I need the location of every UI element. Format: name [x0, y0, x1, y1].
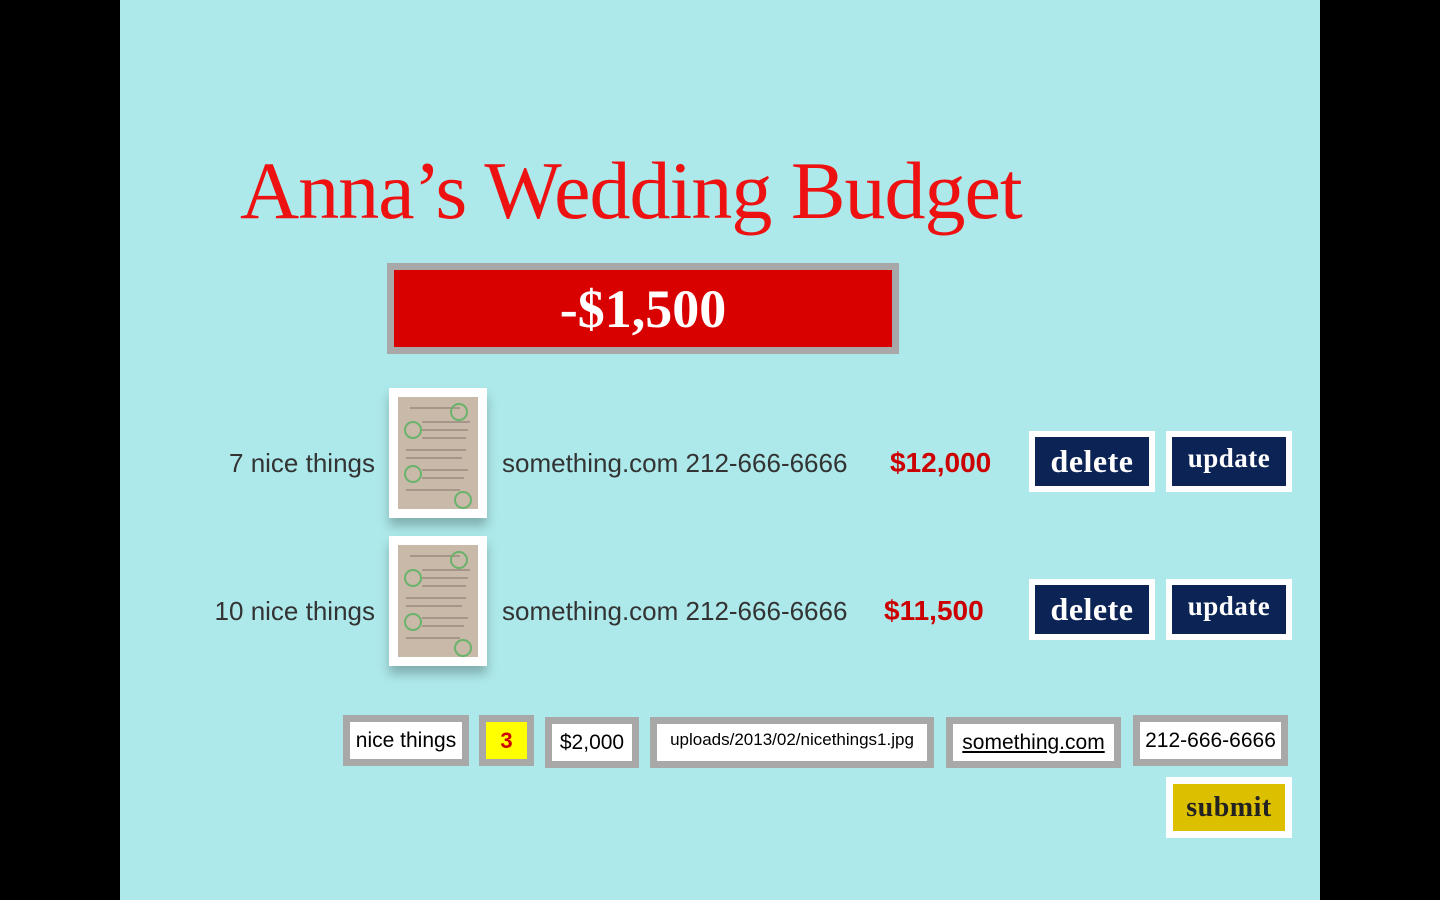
delete-button[interactable]: delete [1035, 585, 1149, 634]
item-cost: $12,000 [890, 447, 992, 478]
budget-page: Anna’s Wedding Budget -$1,500 7 nice thi… [120, 0, 1320, 900]
item-thumbnail[interactable] [389, 536, 487, 666]
item-vendor: something.com 212-666-6666 [502, 596, 848, 626]
image-path-field-frame: uploads/2013/02/nicethings1.jpg [650, 717, 934, 768]
delete-button-frame: delete [1029, 431, 1155, 492]
cost-field[interactable]: $2,000 [552, 724, 632, 761]
name-field[interactable]: nice things [350, 722, 462, 759]
delete-button-frame: delete [1029, 579, 1155, 640]
update-button[interactable]: update [1172, 585, 1286, 634]
website-field-frame: something.com [946, 717, 1121, 768]
item-quantity: 7 nice things [229, 448, 375, 478]
phone-field-frame: 212-666-6666 [1133, 715, 1288, 766]
website-field[interactable]: something.com [953, 724, 1114, 761]
cost-field-frame: $2,000 [545, 717, 639, 768]
submit-button[interactable]: submit [1173, 784, 1285, 831]
quantity-field-frame: 3 [479, 715, 534, 766]
page-title: Anna’s Wedding Budget [240, 145, 1023, 236]
image-path-field[interactable]: uploads/2013/02/nicethings1.jpg [657, 724, 927, 761]
quantity-field[interactable]: 3 [486, 722, 527, 759]
submit-button-frame: submit [1166, 777, 1292, 838]
budget-total: -$1,500 [394, 270, 892, 347]
name-field-frame: nice things [343, 715, 469, 766]
update-button-frame: update [1166, 579, 1292, 640]
item-quantity: 10 nice things [214, 596, 375, 626]
update-button[interactable]: update [1172, 437, 1286, 486]
phone-field[interactable]: 212-666-6666 [1140, 722, 1281, 759]
item-vendor: something.com 212-666-6666 [502, 448, 848, 478]
budget-total-box: -$1,500 [387, 263, 899, 354]
delete-button[interactable]: delete [1035, 437, 1149, 486]
item-cost: $11,500 [884, 595, 984, 626]
update-button-frame: update [1166, 431, 1292, 492]
item-thumbnail[interactable] [389, 388, 487, 518]
